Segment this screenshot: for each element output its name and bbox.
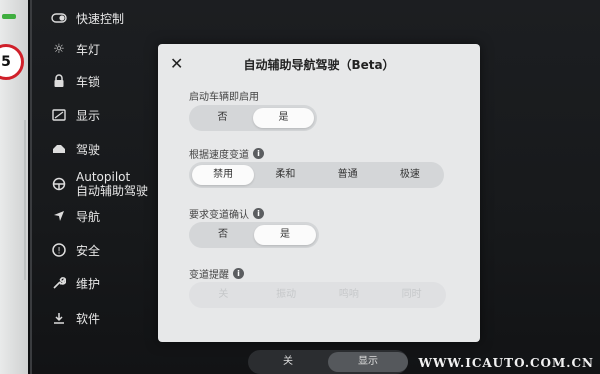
sidebar-item-label: Autopilot [76,170,131,184]
option-show[interactable]: 显示 [328,352,408,372]
navigation-arrow-icon [50,207,68,225]
option-yes[interactable]: 是 [254,225,316,245]
sidebar-item-label: 快速控制 [76,11,125,26]
section-label-enable-on-start: 启动车辆即启用 [189,92,259,103]
sidebar-item-label: 安全 [76,243,101,258]
sidebar-item-label: 维护 [76,276,101,291]
option-no[interactable]: 否 [192,108,253,128]
option-chime: 鸣响 [338,289,359,300]
sidebar-item-label: 车锁 [76,74,101,89]
option-off: 关 [218,289,229,300]
sidebar-item-autopilot[interactable]: Autopilot 自动辅助驾驶 [50,170,148,198]
segmented-enable-on-start[interactable]: 否 是 [189,105,317,131]
speed-limit-sign: 5 [0,44,24,80]
display-icon [50,106,68,124]
autopilot-nav-modal: ✕ 自动辅助导航驾驶（Beta） 启动车辆即启用 否 是 根据速度变道 i 禁用… [158,44,480,342]
sidebar-item-label: 导航 [76,209,101,224]
sidebar-item-label: 软件 [76,311,101,326]
info-icon[interactable]: i [253,208,264,219]
sidebar-item-label: 车灯 [76,42,101,57]
toggle-icon [50,9,68,27]
modal-title: 自动辅助导航驾驶（Beta） [243,58,395,72]
info-icon[interactable]: i [253,148,264,159]
option-mad-max[interactable]: 极速 [379,165,441,185]
sidebar-item-service[interactable]: 维护 [50,274,100,292]
section-label-speed-lane-change: 根据速度变道 i [189,146,264,161]
option-off[interactable]: 关 [248,352,328,372]
info-icon[interactable]: i [233,268,244,279]
charge-indicator [2,14,16,19]
option-vibrate: 振动 [276,289,297,300]
option-mild[interactable]: 柔和 [254,165,316,185]
download-icon [50,309,68,327]
option-yes[interactable]: 是 [253,108,314,128]
sidebar-item-sublabel: 自动辅助驾驶 [76,184,149,198]
lock-icon [50,72,68,90]
option-no[interactable]: 否 [192,225,254,245]
segmented-require-confirmation[interactable]: 否 是 [189,222,319,248]
sidebar-item-navigation[interactable]: 导航 [50,207,100,225]
option-average[interactable]: 普通 [317,165,379,185]
segmented-speed-lane-change[interactable]: 禁用 柔和 普通 极速 [189,162,444,188]
map-edge: 5 [0,0,28,374]
safety-icon: ! [50,241,68,259]
site-watermark: WWW.ICAUTO.COM.CN [418,356,594,370]
sidebar-item-quick-controls[interactable]: 快速控制 [50,9,124,27]
wrench-icon [50,274,68,292]
bottom-toggle-bar[interactable]: 关 显示 [248,350,408,374]
sidebar-item-label: 驾驶 [76,142,101,157]
map-road-line [0,120,26,280]
light-icon: ☼ [53,41,65,57]
svg-text:!: ! [57,247,61,257]
sidebar-item-driving[interactable]: 驾驶 [50,140,100,158]
sidebar-item-lights[interactable]: ☼ 车灯 [50,40,100,58]
option-both: 同时 [401,289,422,300]
sidebar-item-display[interactable]: 显示 [50,106,100,124]
section-label-require-confirmation: 要求变道确认 i [189,206,264,221]
sidebar-item-label: 显示 [76,108,101,123]
sidebar-item-software[interactable]: 软件 [50,309,100,327]
autopilot-wheel-icon [50,175,68,193]
segmented-lane-change-alert: 关 振动 鸣响 同时 [189,282,446,308]
section-label-lane-change-alert: 变道提醒 i [189,266,244,281]
steering-wheel-icon [50,140,68,158]
option-disabled[interactable]: 禁用 [192,165,255,185]
sidebar-item-safety[interactable]: ! 安全 [50,241,100,259]
sidebar-item-locks[interactable]: 车锁 [50,72,100,90]
